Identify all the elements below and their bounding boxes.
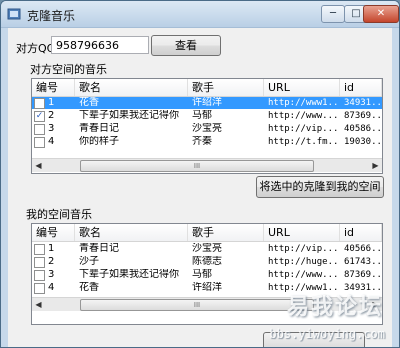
column-header-no[interactable]: 编号 — [32, 224, 75, 241]
scroll-left-icon[interactable]: ◀ — [32, 159, 45, 172]
cell-no: 2 — [48, 110, 55, 121]
cell-name: 花香 — [79, 97, 99, 108]
cell-name: 沙子 — [79, 256, 99, 267]
cell-id: 40586... — [344, 124, 382, 134]
table-row[interactable]: 4 花香 许绍洋 http://www1... 34931... — [32, 282, 382, 294]
cell-name: 青春日记 — [79, 243, 119, 254]
column-header-no[interactable]: 编号 — [32, 79, 75, 96]
cell-id: 34931... — [344, 283, 382, 293]
window-title: 克隆音乐 — [27, 9, 76, 23]
qq-input[interactable]: 958796636 — [51, 36, 149, 54]
cell-singer: 陈德志 — [192, 256, 222, 267]
column-header-singer[interactable]: 歌手 — [188, 224, 264, 241]
client-area: 对方QQ: 958796636 查看 对方空间的音乐 编号 歌名 歌手 URL … — [8, 28, 392, 347]
cell-id: 61743... — [344, 257, 382, 267]
scroll-right-icon[interactable]: ▶ — [369, 159, 382, 172]
scroll-thumb[interactable]: III — [80, 160, 314, 172]
bottom-button-partial[interactable] — [263, 332, 365, 347]
column-header-url[interactable]: URL — [264, 79, 340, 96]
scroll-thumb[interactable]: III — [80, 299, 314, 311]
cell-url: http://huge... — [268, 257, 340, 267]
main-window: 克隆音乐 ─ □ ✕ 对方QQ: 958796636 查看 对方空间的音乐 编号… — [0, 0, 400, 348]
cell-url: http://www1... — [268, 98, 340, 108]
table-row[interactable]: ✓2下辈子如果我还记得你马郁http://www....87369... — [32, 110, 382, 122]
cell-singer: 齐秦 — [192, 136, 212, 147]
cell-singer: 许绍洋 — [192, 97, 222, 108]
grid-header: 编号 歌名 歌手 URL id — [32, 79, 382, 97]
column-header-id[interactable]: id — [340, 224, 382, 241]
cell-url: http://vip.... — [268, 244, 340, 254]
cell-url: http://www.... — [268, 111, 340, 121]
cell-id: 19030... — [344, 137, 382, 147]
cell-no: 2 — [48, 256, 55, 267]
table-row[interactable]: 3 青春日记 沙宝亮 http://vip.... 40586... — [32, 123, 382, 135]
cell-singer: 沙宝亮 — [192, 123, 222, 134]
cell-singer: 许绍洋 — [192, 282, 222, 293]
cell-url: http://www.... — [268, 270, 340, 280]
cell-singer: 马郁 — [192, 110, 212, 121]
cell-url: http://vip.... — [268, 124, 340, 134]
horizontal-scrollbar[interactable]: ◀ III ▶ — [32, 158, 382, 172]
cell-no: 4 — [48, 136, 55, 147]
cell-no: 1 — [48, 97, 55, 108]
cell-singer: 马郁 — [192, 269, 212, 280]
cell-id: 34931... — [344, 98, 382, 108]
column-header-singer[interactable]: 歌手 — [188, 79, 264, 96]
cell-no: 4 — [48, 282, 55, 293]
app-icon — [7, 8, 21, 20]
scroll-right-icon[interactable]: ▶ — [369, 298, 382, 311]
my-music-group-title: 我的空间音乐 — [26, 208, 92, 221]
cell-id: 40566... — [344, 244, 382, 254]
grid-header: 编号 歌名 歌手 URL id — [32, 224, 382, 242]
column-header-url[interactable]: URL — [264, 224, 340, 241]
cell-name: 青春日记 — [79, 123, 119, 134]
friend-music-group-title: 对方空间的音乐 — [30, 63, 107, 76]
cell-name: 下辈子如果我还记得你 — [79, 269, 179, 280]
table-row[interactable]: 1 青春日记 沙宝亮 http://vip.... 40566... — [32, 243, 382, 255]
cell-no: 3 — [48, 269, 55, 280]
view-button[interactable]: 查看 — [151, 35, 221, 56]
cell-singer: 沙宝亮 — [192, 243, 222, 254]
column-header-id[interactable]: id — [340, 79, 382, 96]
column-header-name[interactable]: 歌名 — [75, 79, 188, 96]
cell-name: 你的样子 — [79, 136, 119, 147]
clone-selected-button[interactable]: 将选中的克隆到我的空间 — [256, 176, 384, 198]
cell-url: http://www1... — [268, 283, 340, 293]
table-row[interactable]: 1 花香 许绍洋 http://www1... 34931... — [32, 97, 382, 109]
table-row[interactable]: 2 沙子 陈德志 http://huge... 61743... — [32, 256, 382, 268]
friend-music-grid[interactable]: 编号 歌名 歌手 URL id 1 花香 许绍洋 http://www1... 3493… — [31, 78, 383, 174]
table-row[interactable]: 3 下辈子如果我还记得你 马郁 http://www.... 87369... — [32, 269, 382, 281]
close-button[interactable]: ✕ — [363, 5, 399, 23]
cell-url: http://t.fm... — [268, 137, 340, 147]
cell-name: 下辈子如果我还记得你 — [79, 110, 179, 121]
horizontal-scrollbar[interactable]: ◀ III ▶ — [32, 297, 382, 311]
column-header-name[interactable]: 歌名 — [75, 224, 188, 241]
cell-id: 87369... — [344, 270, 382, 280]
cell-id: 87369... — [344, 111, 382, 121]
cell-no: 1 — [48, 243, 55, 254]
scroll-left-icon[interactable]: ◀ — [32, 298, 45, 311]
table-row[interactable]: 4 你的样子 齐秦 http://t.fm... 19030... — [32, 136, 382, 148]
cell-no: 3 — [48, 123, 55, 134]
minimize-button[interactable]: ─ — [321, 5, 345, 23]
cell-name: 花香 — [79, 282, 99, 293]
title-bar[interactable]: 克隆音乐 ─ □ ✕ — [1, 1, 399, 28]
my-music-grid[interactable]: 编号 歌名 歌手 URL id 1 青春日记 沙宝亮 http://vip.... 40… — [31, 223, 383, 325]
